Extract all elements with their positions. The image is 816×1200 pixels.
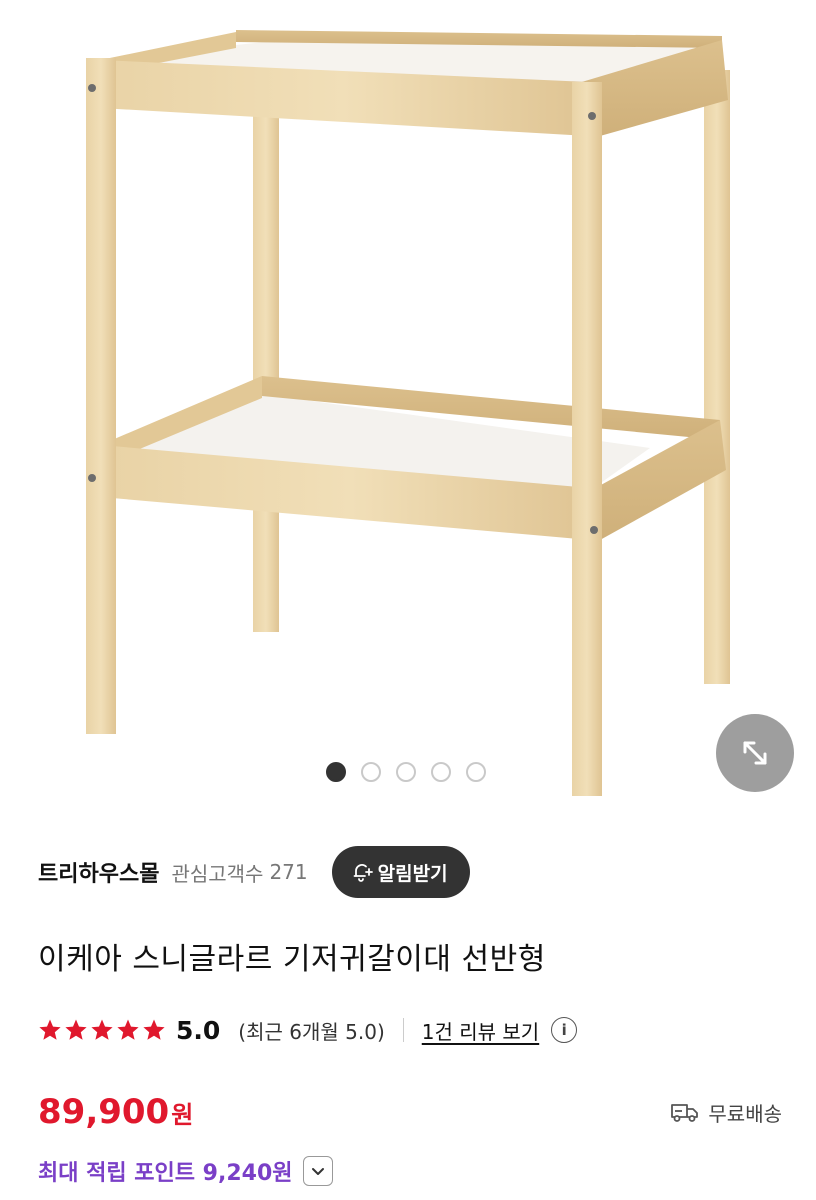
review-link[interactable]: 1건 리뷰 보기 bbox=[422, 1016, 539, 1045]
price-unit: 원 bbox=[171, 1101, 194, 1129]
rating-score: 5.0 bbox=[176, 1015, 221, 1045]
pagination-dot[interactable] bbox=[326, 762, 346, 782]
product-image[interactable] bbox=[0, 0, 816, 812]
points-toggle-button[interactable] bbox=[302, 1156, 333, 1186]
star-icon bbox=[65, 1019, 87, 1040]
notify-label: 알림받기 bbox=[377, 862, 448, 885]
divider bbox=[402, 1018, 404, 1042]
fans-count: 271 bbox=[269, 860, 308, 884]
star-icon bbox=[39, 1019, 61, 1040]
product-image-gallery[interactable] bbox=[0, 0, 816, 812]
expand-diagonal-icon bbox=[743, 741, 767, 765]
product-title: 이케아 스니글라르 기저귀갈이대 선반형 bbox=[38, 942, 546, 977]
pagination-dot[interactable] bbox=[396, 762, 416, 782]
points-row: 최대 적립 포인트 9,240원 bbox=[38, 1152, 333, 1190]
max-points-text: 최대 적립 포인트 9,240원 bbox=[38, 1161, 293, 1186]
seller-name[interactable]: 트리하우스몰 bbox=[38, 856, 159, 888]
bell-plus-icon bbox=[353, 864, 373, 882]
chevron-down-icon bbox=[311, 1168, 324, 1175]
price-amount: 89,900 bbox=[38, 1092, 170, 1132]
price-row: 89,900 원 무료배송 bbox=[38, 1088, 782, 1136]
price: 89,900 원 bbox=[38, 1092, 193, 1132]
rating-stars bbox=[38, 1018, 166, 1042]
seller-row: 트리하우스몰 관심고객수 271 알림받기 bbox=[38, 846, 798, 898]
info-icon[interactable]: i bbox=[551, 1017, 578, 1043]
pagination-dot[interactable] bbox=[431, 762, 451, 782]
notify-button[interactable]: 알림받기 bbox=[331, 846, 470, 898]
delivery-truck-icon bbox=[671, 1104, 699, 1122]
star-icon bbox=[117, 1019, 139, 1040]
image-pagination-dots bbox=[326, 762, 486, 782]
pagination-dot[interactable] bbox=[466, 762, 486, 782]
shipping-label: 무료배송 bbox=[708, 1101, 782, 1126]
fans-label: 관심고객수 bbox=[171, 861, 264, 886]
shipping-info: 무료배송 bbox=[670, 1098, 782, 1127]
star-icon bbox=[91, 1019, 113, 1040]
star-icon bbox=[143, 1019, 165, 1040]
expand-image-button[interactable] bbox=[716, 714, 794, 792]
pagination-dot[interactable] bbox=[361, 762, 381, 782]
rating-row: 5.0 (최근 6개월 5.0) 1건 리뷰 보기 i bbox=[38, 1010, 578, 1050]
recent-rating: (최근 6개월 5.0) bbox=[238, 1019, 385, 1044]
